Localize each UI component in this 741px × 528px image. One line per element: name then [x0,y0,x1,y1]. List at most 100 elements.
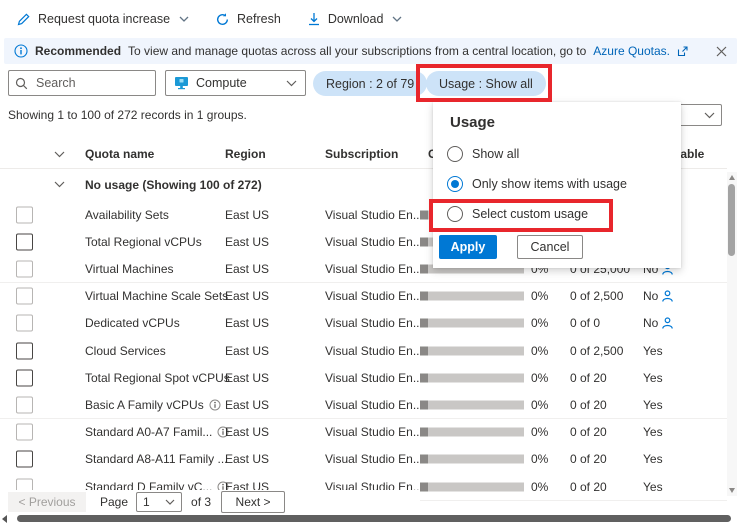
radio-option-label: Show all [472,147,519,161]
table-row[interactable]: Basic A Family vCPUs East US Visual Stud… [0,391,727,419]
column-header-quota-name[interactable]: Quota name [85,147,154,161]
row-subscription: Visual Studio En... [325,425,421,439]
usage-popup: Usage Show allOnly show items with usage… [433,102,681,268]
row-region: East US [225,371,269,385]
row-checkbox[interactable] [16,396,33,413]
download-icon [307,12,321,27]
row-adjustable: Yes [643,452,663,466]
usage-popup-buttons: Apply Cancel [439,235,681,259]
table-row[interactable]: Total Regional Spot vCPUs East US Visual… [0,364,727,392]
row-subscription: Visual Studio En... [325,262,421,276]
apply-button[interactable]: Apply [439,235,497,259]
row-checkbox[interactable] [16,206,33,223]
usage-bar [420,373,524,382]
region-filter-label: Region : 2 of 79 [326,77,414,91]
row-adjustable: Yes [643,480,663,494]
quota-name: Virtual Machine Scale Sets [85,289,228,303]
row-region: East US [225,452,269,466]
row-subscription: Visual Studio En... [325,235,421,249]
column-header-region[interactable]: Region [225,147,266,161]
usage-filter-pill[interactable]: Usage : Show all [426,71,546,96]
previous-page-button[interactable]: < Previous [8,492,86,512]
next-page-button[interactable]: Next > [221,491,285,513]
row-region: East US [225,344,269,358]
quota-name: Standard A0-A7 Famil... [85,425,212,439]
page-total-label: of 3 [191,495,211,509]
row-checkbox[interactable] [16,451,33,468]
row-adjustable: Yes [643,371,663,385]
row-subscription: Visual Studio En... [325,398,421,412]
scroll-left-icon[interactable] [2,515,7,523]
row-adjustable: Yes [643,425,663,439]
row-checkbox[interactable] [16,315,33,332]
usage-percent: 0% [531,289,548,303]
usage-percent: 0% [531,425,548,439]
quota-value: 0 of 20 [570,425,607,439]
support-person-icon[interactable] [661,290,674,303]
banner-message: To view and manage quotas across all you… [128,44,586,58]
horizontal-scrollbar-thumb[interactable] [17,515,731,522]
usage-percent: 0% [531,344,548,358]
pencil-icon [16,12,31,27]
row-checkbox[interactable] [16,260,33,277]
info-icon [209,399,221,411]
vertical-scrollbar-thumb[interactable] [728,184,735,256]
quota-value: 0 of 20 [570,452,607,466]
radio-option[interactable]: Only show items with usage [433,169,681,199]
table-row[interactable]: Standard A0-A7 Famil... East US Visual S… [0,419,727,447]
refresh-icon [215,12,230,27]
request-quota-increase-button[interactable]: Request quota increase [16,12,189,27]
horizontal-scrollbar[interactable] [0,514,741,524]
row-checkbox[interactable] [16,369,33,386]
quota-name: Virtual Machines [85,262,174,276]
support-person-icon[interactable] [661,317,674,330]
row-checkbox[interactable] [16,233,33,250]
page-number-select[interactable]: 1 [136,492,182,512]
row-subscription: Visual Studio En... [325,452,421,466]
row-subscription: Visual Studio En... [325,208,421,222]
row-checkbox[interactable] [16,288,33,305]
table-row[interactable]: Virtual Machine Scale Sets East US Visua… [0,283,727,311]
radio-option[interactable]: Select custom usage [433,199,681,229]
row-subscription: Visual Studio En... [325,371,421,385]
row-adjustable: No [643,316,658,330]
row-checkbox[interactable] [16,424,33,441]
region-filter-pill[interactable]: Region : 2 of 79 [313,71,427,96]
column-header-subscription[interactable]: Subscription [325,147,398,161]
quota-page: Request quota increase Refresh Download [0,0,741,528]
scroll-down-icon[interactable] [729,488,735,493]
download-button[interactable]: Download [307,12,403,27]
service-dropdown[interactable]: Compute [165,70,306,96]
radio-unselected-icon[interactable] [447,206,463,222]
radio-option[interactable]: Show all [433,139,681,169]
table-row[interactable]: Dedicated vCPUs East US Visual Studio En… [0,310,727,338]
service-dropdown-value: Compute [196,76,247,90]
scroll-up-icon[interactable] [729,175,735,180]
radio-selected-icon[interactable] [447,176,463,192]
usage-bar [420,400,524,409]
search-input[interactable] [34,75,149,91]
records-summary: Showing 1 to 100 of 272 records in 1 gro… [8,108,247,122]
vertical-scrollbar[interactable] [727,172,737,496]
radio-option-label: Only show items with usage [472,177,627,191]
close-icon[interactable] [716,46,727,57]
page-label: Page [100,495,128,509]
row-region: East US [225,316,269,330]
row-adjustable: Yes [643,344,663,358]
usage-percent: 0% [531,452,548,466]
select-all-chevron-icon[interactable] [54,151,65,158]
recommendation-banner: Recommended To view and manage quotas ac… [4,38,737,64]
quota-value: 0 of 20 [570,371,607,385]
azure-quotas-link[interactable]: Azure Quotas. [593,44,670,58]
radio-unselected-icon[interactable] [447,146,463,162]
refresh-button[interactable]: Refresh [215,12,281,27]
usage-percent: 0% [531,316,548,330]
chevron-down-icon [704,112,715,119]
row-region: East US [225,235,269,249]
table-row[interactable]: Cloud Services East US Visual Studio En.… [0,337,727,365]
row-checkbox[interactable] [16,342,33,359]
table-row[interactable]: Standard A8-A11 Family ... East US Visua… [0,446,727,474]
group-collapse-chevron-icon[interactable] [54,181,65,188]
cancel-button[interactable]: Cancel [517,235,583,259]
pagination-bar: < Previous Page 1 of 3 Next > [0,490,420,514]
